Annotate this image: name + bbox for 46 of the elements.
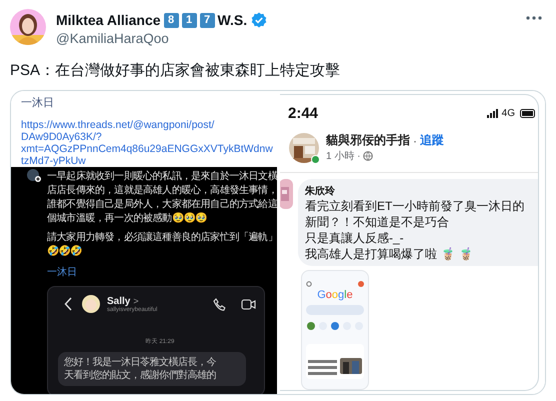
- globe-icon: [363, 151, 374, 161]
- number-badge: 7: [200, 12, 215, 28]
- link-title[interactable]: 一沐日: [21, 95, 277, 110]
- back-icon[interactable]: [64, 297, 72, 311]
- url-link[interactable]: https://www.threads.net/@wangponi/post/: [21, 119, 277, 131]
- url-link[interactable]: DAw9D0Ay63K/?: [21, 131, 277, 143]
- network-label: 4G: [502, 108, 515, 119]
- number-badge: 8: [164, 12, 179, 28]
- post-text: 店店長傳來的，這就是高雄人的暖心，高雄發生事情，: [47, 184, 277, 197]
- comment-text: 新聞？！不知道是不是巧合: [305, 214, 449, 230]
- url-link[interactable]: xmt=AQGzPPnnCem4q86u29aENGGxXVTykBtWdnw: [21, 143, 277, 155]
- follow-link[interactable]: 追蹤: [420, 132, 444, 149]
- google-logo: Google: [316, 289, 354, 301]
- post-text: 誰都不覺得自己是局外人，大家都在用自己的方式給這: [47, 198, 277, 211]
- contact-name: Sally: [107, 296, 130, 306]
- avatar-icon: [82, 295, 100, 313]
- post-text: 個城市溫暖，再一次的被感動🥹🥹🥹: [47, 212, 207, 225]
- comment-text: 看完立刻看到ET一小時前發了臭一沐日的: [305, 198, 524, 214]
- video-icon[interactable]: [241, 298, 256, 310]
- battery-icon: [520, 109, 536, 118]
- tweet-text: PSA：在台灣做好事的店家會被東森盯上特定攻擊: [10, 61, 342, 81]
- commenter-name[interactable]: 朱欣玲: [305, 184, 538, 198]
- phone-icon[interactable]: [213, 298, 226, 310]
- comment-text: 只是真讓人反感-_-: [305, 230, 404, 246]
- post-age: 1 小時 ·: [326, 150, 360, 163]
- post-text: 一早起床就收到一則暖心的私訊，是來自於一沐日文橫: [47, 170, 277, 183]
- shortcut-icons: [306, 321, 364, 331]
- name-suffix[interactable]: W.S.: [218, 12, 248, 28]
- tag-link[interactable]: 一沐日: [47, 265, 277, 279]
- page-name[interactable]: 貓與邪佞的手指: [326, 132, 410, 149]
- comment-text: 我高雄人是打算喝爆了啦 🧋 🧋: [305, 246, 474, 262]
- search-field[interactable]: [306, 305, 364, 315]
- separator-dot: ·: [413, 134, 417, 148]
- signal-icon: [486, 109, 499, 118]
- post-text: 請大家用力轉發，必須讓這種善良的店家忙到「遍軌」: [47, 230, 277, 244]
- more-icon[interactable]: [526, 16, 542, 20]
- post-text: 🤣🤣🤣: [47, 245, 82, 257]
- user-handle[interactable]: @KamiliaHaraQoo: [56, 31, 516, 46]
- profile-icon: [358, 281, 364, 287]
- url-link[interactable]: tzMd7-yPkUw: [21, 155, 277, 167]
- status-time: 2:44: [288, 105, 318, 122]
- chevron-icon: >: [133, 296, 139, 306]
- message-text: 天看到您的貼文，感謝你們對高雄的: [64, 369, 217, 382]
- author-name[interactable]: Milktea Alliance: [56, 12, 161, 28]
- number-badge: 1: [182, 12, 197, 28]
- message-text: 您好！我是一沐日苓雅文橫店長，今: [64, 356, 217, 369]
